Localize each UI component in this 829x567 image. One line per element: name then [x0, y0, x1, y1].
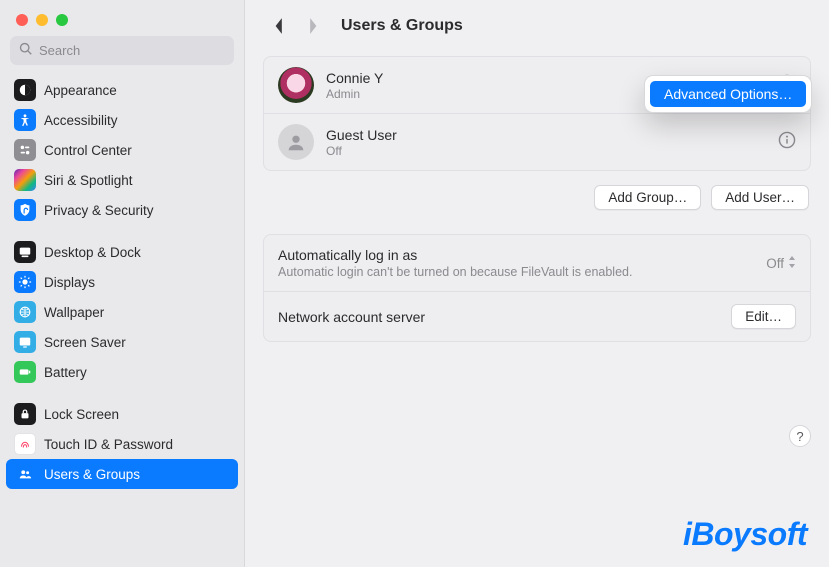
- zoom-window-button[interactable]: [56, 14, 68, 26]
- add-user-button[interactable]: Add User…: [711, 185, 809, 210]
- window-controls: [0, 0, 244, 36]
- sidebar-item-label: Screen Saver: [44, 335, 126, 350]
- sidebar-item-lock-screen[interactable]: Lock Screen: [6, 399, 238, 429]
- screen-saver-icon: [14, 331, 36, 353]
- sidebar-item-battery[interactable]: Battery: [6, 357, 238, 387]
- displays-icon: [14, 271, 36, 293]
- user-row-guest[interactable]: Guest User Off: [264, 113, 810, 170]
- sidebar-item-screen-saver[interactable]: Screen Saver: [6, 327, 238, 357]
- sidebar-item-label: Touch ID & Password: [44, 437, 173, 452]
- wallpaper-icon: [14, 301, 36, 323]
- user-name: Guest User: [326, 127, 766, 143]
- avatar: [278, 67, 314, 103]
- header: Users & Groups: [263, 0, 811, 56]
- sidebar-item-label: Users & Groups: [44, 467, 140, 482]
- context-menu-item-advanced-options[interactable]: Advanced Options…: [650, 81, 806, 107]
- close-window-button[interactable]: [16, 14, 28, 26]
- sidebar-item-control-center[interactable]: Control Center: [6, 135, 238, 165]
- sidebar-item-label: Privacy & Security: [44, 203, 154, 218]
- sidebar-item-label: Displays: [44, 275, 95, 290]
- avatar: [278, 124, 314, 160]
- sidebar-item-label: Lock Screen: [44, 407, 119, 422]
- minimize-window-button[interactable]: [36, 14, 48, 26]
- back-button[interactable]: [267, 14, 291, 38]
- network-account-row: Network account server Edit…: [264, 291, 810, 341]
- sidebar-item-label: Battery: [44, 365, 87, 380]
- help-button[interactable]: ?: [789, 425, 811, 447]
- touch-id-icon: [14, 433, 36, 455]
- edit-button[interactable]: Edit…: [731, 304, 796, 329]
- auto-login-title: Automatically log in as: [278, 247, 766, 263]
- forward-button[interactable]: [301, 14, 325, 38]
- main-content: Users & Groups Connie Y Admin Guest User: [245, 0, 829, 567]
- search-placeholder: Search: [39, 43, 80, 58]
- sidebar-item-label: Control Center: [44, 143, 132, 158]
- sidebar-item-label: Wallpaper: [44, 305, 104, 320]
- sidebar-item-privacy-security[interactable]: Privacy & Security: [6, 195, 238, 225]
- up-down-icon: [788, 256, 796, 271]
- watermark: iBoysoft: [683, 516, 807, 553]
- network-account-title: Network account server: [278, 309, 731, 325]
- sidebar-item-label: Siri & Spotlight: [44, 173, 133, 188]
- sidebar: Search Appearance Accessibility Control …: [0, 0, 245, 567]
- sidebar-item-label: Desktop & Dock: [44, 245, 141, 260]
- sidebar-item-siri-spotlight[interactable]: Siri & Spotlight: [6, 165, 238, 195]
- context-menu: Advanced Options…: [645, 76, 811, 112]
- user-status: Off: [326, 144, 766, 158]
- siri-icon: [14, 169, 36, 191]
- page-title: Users & Groups: [341, 17, 463, 35]
- action-buttons: Add Group… Add User…: [263, 185, 809, 210]
- sidebar-item-label: Accessibility: [44, 113, 118, 128]
- sidebar-item-displays[interactable]: Displays: [6, 267, 238, 297]
- sidebar-item-users-groups[interactable]: Users & Groups: [6, 459, 238, 489]
- users-groups-icon: [14, 463, 36, 485]
- desktop-dock-icon: [14, 241, 36, 263]
- search-input[interactable]: Search: [10, 36, 234, 65]
- sidebar-item-accessibility[interactable]: Accessibility: [6, 105, 238, 135]
- settings-card: Automatically log in as Automatic login …: [263, 234, 811, 342]
- battery-icon: [14, 361, 36, 383]
- settings-window: Search Appearance Accessibility Control …: [0, 0, 829, 567]
- auto-login-sub: Automatic login can't be turned on becau…: [278, 265, 766, 279]
- auto-login-value[interactable]: Off: [766, 256, 796, 271]
- sidebar-item-desktop-dock[interactable]: Desktop & Dock: [6, 237, 238, 267]
- control-center-icon: [14, 139, 36, 161]
- appearance-icon: [14, 79, 36, 101]
- sidebar-item-appearance[interactable]: Appearance: [6, 75, 238, 105]
- accessibility-icon: [14, 109, 36, 131]
- sidebar-item-label: Appearance: [44, 83, 117, 98]
- add-group-button[interactable]: Add Group…: [594, 185, 701, 210]
- sidebar-item-touch-id-password[interactable]: Touch ID & Password: [6, 429, 238, 459]
- lock-screen-icon: [14, 403, 36, 425]
- auto-login-row[interactable]: Automatically log in as Automatic login …: [264, 235, 810, 291]
- search-icon: [19, 42, 33, 59]
- user-info-button[interactable]: [778, 131, 796, 154]
- privacy-icon: [14, 199, 36, 221]
- sidebar-list: Appearance Accessibility Control Center …: [0, 73, 244, 567]
- sidebar-item-wallpaper[interactable]: Wallpaper: [6, 297, 238, 327]
- user-list-card: Connie Y Admin Guest User Off: [263, 56, 811, 171]
